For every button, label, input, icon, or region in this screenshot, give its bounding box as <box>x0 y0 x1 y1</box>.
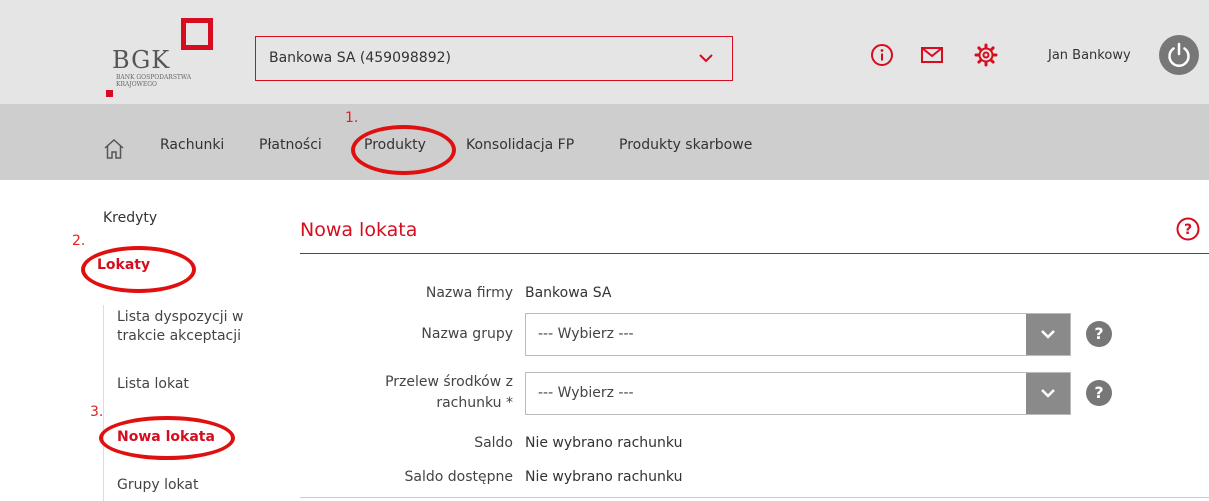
home-icon[interactable] <box>103 138 125 160</box>
transfer-account-select[interactable]: --- Wybierz --- <box>525 372 1071 415</box>
transfer-account-label: Przelew środków z rachunku * <box>340 372 513 414</box>
logout-button[interactable] <box>1159 35 1199 75</box>
sidebar-divider <box>103 305 104 501</box>
group-name-dropdown-button[interactable] <box>1026 314 1070 355</box>
nav-rachunki[interactable]: Rachunki <box>160 137 224 153</box>
transfer-account-label-line1: Przelew środków z <box>385 374 513 390</box>
available-balance-value: Nie wybrano rachunku <box>525 469 683 485</box>
help-icon[interactable]: ? <box>1176 217 1200 241</box>
nav-platnosci[interactable]: Płatności <box>259 137 322 153</box>
title-divider <box>300 253 1209 254</box>
annotation-oval-nowa-lokata <box>99 416 235 460</box>
logo-text: BGK <box>112 46 171 74</box>
annotation-step-3: 3. <box>90 404 104 420</box>
nav-produkty-skarbowe[interactable]: Produkty skarbowe <box>619 137 752 153</box>
help-icon[interactable]: ? <box>1086 380 1112 406</box>
available-balance-label: Saldo dostępne <box>404 469 513 485</box>
group-name-select[interactable]: --- Wybierz --- <box>525 313 1071 356</box>
balance-value: Nie wybrano rachunku <box>525 435 683 451</box>
sidebar-item-lista-dyspozycji[interactable]: Lista dyspozycji w trakcie akceptacji <box>117 308 243 346</box>
chevron-down-icon <box>1041 389 1055 398</box>
page-title: Nowa lokata <box>300 219 418 241</box>
annotation-step-1: 1. <box>345 110 359 126</box>
user-name[interactable]: Jan Bankowy <box>1048 48 1131 63</box>
info-icon[interactable] <box>870 43 894 67</box>
bgk-logo[interactable]: BGK BANK GOSPODARSTWA KRAJOWEGO <box>104 18 224 98</box>
group-name-select-value: --- Wybierz --- <box>538 326 634 342</box>
company-name-label: Nazwa firmy <box>425 285 513 301</box>
company-name-value: Bankowa SA <box>525 285 612 301</box>
chevron-down-icon <box>1041 330 1055 339</box>
group-name-label: Nazwa grupy <box>421 326 513 342</box>
logo-square <box>181 18 213 50</box>
mail-icon[interactable] <box>920 43 944 67</box>
gear-icon[interactable] <box>974 43 998 67</box>
sidebar-item-label: Lista dyspozycji w <box>117 309 244 325</box>
annotation-step-2: 2. <box>72 233 86 249</box>
company-select-value: Bankowa SA (459098892) <box>269 50 451 66</box>
nav-konsolidacja-fp[interactable]: Konsolidacja FP <box>466 137 574 153</box>
balance-label: Saldo <box>474 435 513 451</box>
transfer-account-dropdown-button[interactable] <box>1026 373 1070 414</box>
sidebar-item-label: trakcie akceptacji <box>117 328 242 344</box>
form-divider <box>300 497 1209 498</box>
sidebar-item-lista-lokat[interactable]: Lista lokat <box>117 375 189 394</box>
help-icon[interactable]: ? <box>1086 321 1112 347</box>
annotation-oval-lokaty <box>81 246 196 293</box>
transfer-account-select-value: --- Wybierz --- <box>538 385 634 401</box>
power-icon <box>1168 42 1190 67</box>
company-select[interactable]: Bankowa SA (459098892) <box>255 36 733 81</box>
chevron-down-icon <box>699 54 713 63</box>
sidebar-item-kredyty[interactable]: Kredyty <box>103 209 157 228</box>
logo-dot <box>106 90 113 97</box>
svg-text:?: ? <box>1184 222 1192 238</box>
logo-subtitle: BANK GOSPODARSTWA KRAJOWEGO <box>116 74 192 88</box>
annotation-oval-produkty <box>351 125 456 175</box>
transfer-account-label-line2: rachunku * <box>436 395 513 411</box>
sidebar-item-grupy-lokat[interactable]: Grupy lokat <box>117 476 198 495</box>
